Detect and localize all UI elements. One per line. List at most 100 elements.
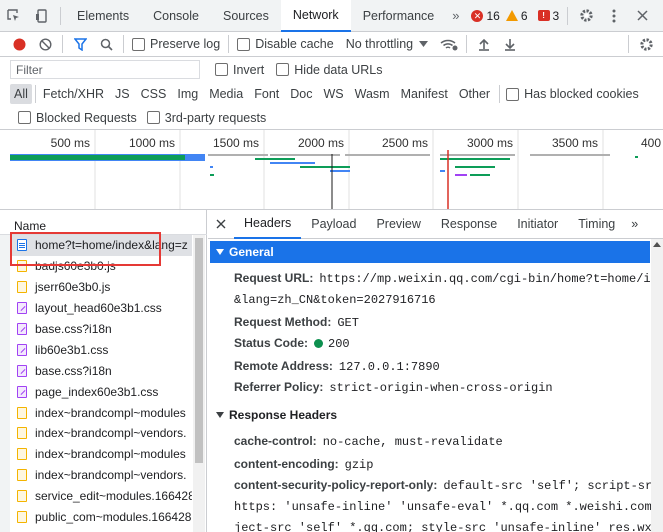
- request-row[interactable]: page_index60e3b1.css: [10, 381, 192, 402]
- clear-icon[interactable]: [32, 32, 58, 57]
- toolbar-divider: [567, 6, 569, 25]
- import-har-icon[interactable]: [471, 32, 497, 57]
- network-conditions-icon[interactable]: [436, 32, 462, 57]
- tab-timing[interactable]: Timing: [568, 210, 625, 239]
- toolbar-divider: [499, 85, 501, 103]
- checkbox-box[interactable]: [215, 63, 228, 76]
- preserve-log-checkbox[interactable]: Preserve log: [132, 37, 220, 51]
- request-row[interactable]: base.css?i18n: [10, 360, 192, 381]
- blocked-cookies-checkbox[interactable]: Has blocked cookies: [506, 87, 639, 101]
- request-row[interactable]: lib60e3b1.css: [10, 339, 192, 360]
- request-url-value-cont: &lang=zh_CN&token=2027916716: [234, 293, 436, 307]
- filter-input[interactable]: [10, 60, 200, 79]
- tab-elements[interactable]: Elements: [65, 0, 141, 32]
- request-row[interactable]: layout_head60e3b1.css: [10, 298, 192, 319]
- details-scrollbar[interactable]: [651, 239, 663, 532]
- type-fetch-xhr[interactable]: Fetch/XHR: [39, 84, 108, 104]
- filter-icon[interactable]: [67, 32, 93, 57]
- toolbar-divider: [466, 35, 468, 53]
- name-column-header[interactable]: Name: [0, 210, 207, 235]
- checkbox-box[interactable]: [506, 87, 520, 101]
- request-name: jserr60e3b0.js: [35, 280, 111, 295]
- checkbox-box[interactable]: [18, 111, 31, 124]
- general-section-header[interactable]: General: [210, 241, 650, 263]
- checkbox-box[interactable]: [132, 37, 145, 51]
- issues-badge[interactable]: ! 3: [537, 9, 559, 23]
- disable-cache-checkbox[interactable]: Disable cache: [237, 37, 334, 51]
- hide-data-urls-checkbox[interactable]: Hide data URLs: [276, 63, 383, 77]
- request-row[interactable]: badjs60e3b0.js: [10, 256, 192, 277]
- request-row[interactable]: index~brandcompl~modules: [10, 402, 192, 423]
- close-devtools-icon[interactable]: [628, 0, 656, 32]
- scroll-up-arrow-icon[interactable]: [653, 242, 661, 247]
- error-count: 16: [486, 8, 500, 23]
- tab-sources[interactable]: Sources: [211, 0, 281, 32]
- close-details-icon[interactable]: [208, 210, 234, 239]
- third-party-label: 3rd-party requests: [164, 110, 267, 125]
- checkbox-box[interactable]: [237, 37, 251, 51]
- request-name: index~brandcompl~modules: [35, 447, 186, 462]
- status-ok-icon: [314, 339, 324, 348]
- record-icon[interactable]: [6, 32, 32, 57]
- tab-payload[interactable]: Payload: [301, 210, 366, 239]
- preserve-log-label: Preserve log: [150, 37, 221, 51]
- error-count-badge[interactable]: ✕ 16 6: [471, 8, 528, 23]
- more-detail-tabs-button[interactable]: »: [625, 210, 644, 239]
- status-code-value: 200: [328, 337, 350, 351]
- toolbar-divider: [60, 6, 61, 25]
- type-media[interactable]: Media: [205, 84, 247, 104]
- tab-initiator[interactable]: Initiator: [507, 210, 568, 239]
- request-row[interactable]: jserr60e3b0.js: [10, 277, 192, 298]
- tab-console[interactable]: Console: [141, 0, 211, 32]
- timeline-tick: 1000 ms: [129, 136, 175, 150]
- checkbox-box[interactable]: [146, 111, 160, 124]
- tab-preview[interactable]: Preview: [366, 210, 430, 239]
- search-icon[interactable]: [93, 32, 119, 57]
- request-row[interactable]: index~brandcompl~vendors.: [10, 423, 192, 444]
- request-row[interactable]: index~brandcompl~vendors.: [10, 465, 192, 486]
- type-manifest[interactable]: Manifest: [397, 84, 452, 104]
- resource-type-filter: All Fetch/XHR JS CSS Img Media Font Doc …: [0, 82, 663, 106]
- csp-row-cont: ject-src 'self' *.qq.com; style-src 'uns…: [234, 520, 663, 532]
- scrollbar-thumb[interactable]: [195, 238, 203, 463]
- request-row[interactable]: home?t=home/index&lang=z: [10, 235, 192, 256]
- tab-network[interactable]: Network: [280, 0, 351, 32]
- request-row[interactable]: service_edit~modules.166428: [10, 486, 192, 507]
- type-font[interactable]: Font: [250, 84, 283, 104]
- cache-control-label: cache-control:: [234, 434, 317, 448]
- request-name: page_index60e3b1.css: [35, 384, 159, 399]
- type-ws[interactable]: WS: [319, 84, 347, 104]
- type-doc[interactable]: Doc: [286, 84, 316, 104]
- device-toolbar-icon[interactable]: [28, 0, 56, 32]
- network-settings-gear-icon[interactable]: [633, 32, 659, 57]
- invert-checkbox[interactable]: Invert: [215, 63, 264, 77]
- type-js[interactable]: JS: [111, 84, 134, 104]
- request-row[interactable]: base.css?i18n: [10, 319, 192, 340]
- timeline-overview[interactable]: 500 ms 1000 ms 1500 ms 2000 ms 2500 ms 3…: [0, 130, 663, 210]
- more-options-icon[interactable]: [600, 0, 628, 32]
- type-other[interactable]: Other: [455, 84, 494, 104]
- tab-performance[interactable]: Performance: [351, 0, 447, 32]
- throttling-select[interactable]: No throttling: [346, 37, 429, 51]
- type-all[interactable]: All: [10, 84, 32, 104]
- blocked-requests-checkbox[interactable]: Blocked Requests: [18, 111, 137, 125]
- request-row[interactable]: public_com~modules.166428: [10, 507, 192, 528]
- export-har-icon[interactable]: [497, 32, 523, 57]
- more-tabs-button[interactable]: »: [446, 8, 465, 23]
- request-row[interactable]: index~brandcompl~modules: [10, 444, 192, 465]
- type-wasm[interactable]: Wasm: [351, 84, 394, 104]
- checkbox-box[interactable]: [276, 63, 290, 76]
- inspect-element-icon[interactable]: [0, 0, 28, 32]
- type-img[interactable]: Img: [173, 84, 202, 104]
- cache-control-row: cache-control: no-cache, must-revalidate: [234, 434, 503, 449]
- tab-response[interactable]: Response: [431, 210, 507, 239]
- list-scrollbar[interactable]: [193, 235, 205, 532]
- settings-gear-icon[interactable]: [572, 0, 600, 32]
- request-url-row: Request URL: https://mp.weixin.qq.com/cgi…: [234, 271, 663, 286]
- response-headers-section-header[interactable]: Response Headers: [216, 408, 337, 422]
- type-css[interactable]: CSS: [137, 84, 171, 104]
- tab-headers[interactable]: Headers: [234, 210, 302, 239]
- content-encoding-label: content-encoding:: [234, 457, 339, 471]
- status-code-label: Status Code:: [234, 336, 309, 350]
- third-party-checkbox[interactable]: 3rd-party requests: [146, 110, 267, 125]
